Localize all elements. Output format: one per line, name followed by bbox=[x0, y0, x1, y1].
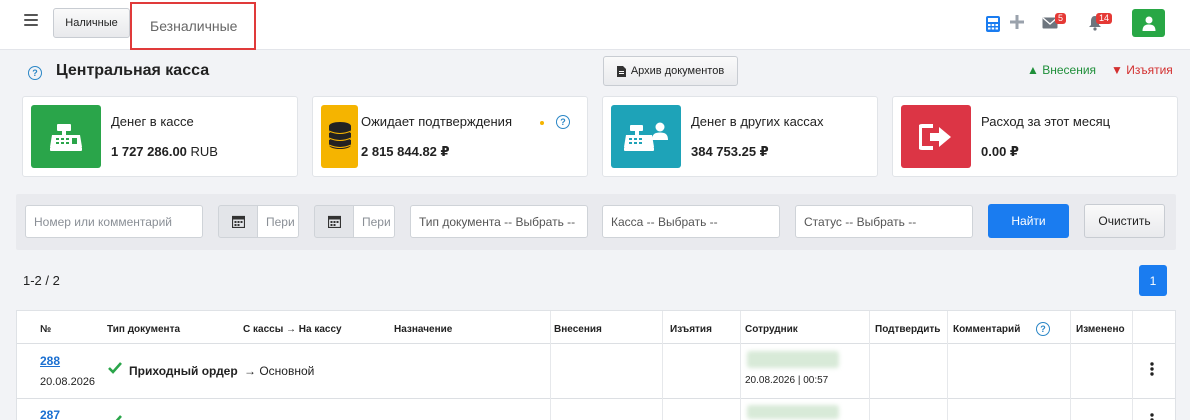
loading-dot bbox=[540, 121, 544, 125]
column-divider bbox=[662, 311, 663, 420]
legend-outcome: ▼ Изъятия bbox=[1111, 63, 1173, 77]
column-header: С кассы → На кассу bbox=[243, 324, 342, 335]
column-divider bbox=[947, 311, 948, 420]
search-input[interactable]: Номер или комментарий bbox=[25, 205, 203, 238]
page-title: Центральная касса bbox=[56, 62, 210, 79]
tab-bank[interactable]: Безналичные bbox=[130, 2, 256, 50]
cashbox-select[interactable]: Касса -- Выбрать -- bbox=[602, 205, 780, 238]
calendar-icon[interactable] bbox=[218, 205, 258, 238]
triangle-down-icon: ▼ bbox=[1111, 63, 1123, 77]
top-bar: Наличные Безналичные 5 14 bbox=[0, 0, 1190, 50]
card-pending: Ожидает подтверждения ? 2 815 844.82 ₽ bbox=[312, 96, 588, 177]
archive-button-label: Архив документов bbox=[630, 65, 725, 77]
archive-button[interactable]: Архив документов bbox=[603, 56, 738, 86]
coins-icon bbox=[321, 105, 358, 168]
column-divider bbox=[550, 311, 551, 420]
card-title: Расход за этот месяц bbox=[981, 114, 1111, 129]
sign-out-icon bbox=[901, 105, 971, 168]
card-cash-balance: Денег в кассе 1 727 286.00 RUB bbox=[22, 96, 298, 177]
column-header: Изменено bbox=[1076, 324, 1125, 335]
column-divider bbox=[869, 311, 870, 420]
plus-icon[interactable] bbox=[1009, 14, 1025, 33]
more-vertical-icon[interactable] bbox=[1150, 413, 1154, 420]
menu-icon[interactable] bbox=[24, 14, 38, 28]
card-monthly-expense: Расход за этот месяц 0.00 ₽ bbox=[892, 96, 1178, 177]
calculator-icon[interactable] bbox=[985, 15, 1001, 36]
pagination-info: 1-2 / 2 bbox=[23, 273, 60, 288]
date-from-input[interactable]: Пери bbox=[257, 205, 299, 238]
triangle-up-icon: ▲ bbox=[1027, 63, 1039, 77]
column-header: Сотрудник bbox=[745, 324, 798, 335]
employee-name-blurred bbox=[747, 405, 839, 419]
cashbox-user-icon bbox=[611, 105, 681, 168]
check-icon bbox=[108, 362, 122, 377]
column-divider bbox=[1132, 311, 1133, 420]
mail-badge: 5 bbox=[1055, 13, 1067, 24]
card-value: 2 815 844.82 ₽ bbox=[361, 144, 450, 159]
employee-name-blurred bbox=[747, 351, 839, 368]
doc-type-select[interactable]: Тип документа -- Выбрать -- bbox=[410, 205, 588, 238]
document-icon bbox=[616, 65, 626, 77]
status-select[interactable]: Статус -- Выбрать -- bbox=[795, 205, 973, 238]
check-icon bbox=[108, 415, 122, 420]
column-header: Тип документа bbox=[107, 324, 181, 335]
card-value: 0.00 ₽ bbox=[981, 144, 1019, 159]
card-other-cashboxes: Денег в других кассах 384 753.25 ₽ bbox=[602, 96, 878, 177]
document-number-link[interactable]: 288 bbox=[40, 354, 60, 368]
more-vertical-icon[interactable] bbox=[1150, 362, 1154, 379]
card-unit: RUB bbox=[190, 144, 218, 159]
cash-register-icon bbox=[31, 105, 101, 168]
legend-income: ▲ Внесения bbox=[1027, 63, 1096, 77]
tab-cash[interactable]: Наличные bbox=[53, 8, 130, 38]
column-header: Назначение bbox=[394, 324, 453, 335]
employee-timestamp: 20.08.2026 | 00:57 bbox=[745, 375, 829, 386]
document-number-link[interactable]: 287 bbox=[40, 408, 60, 420]
card-amount: 1 727 286.00 bbox=[111, 144, 187, 159]
column-divider bbox=[740, 311, 741, 420]
documents-table: № Тип документа С кассы → На кассу Назна… bbox=[16, 310, 1176, 420]
filter-panel: Номер или комментарий Пери Пери Тип доку… bbox=[16, 194, 1176, 250]
clear-button[interactable]: Очистить bbox=[1084, 204, 1165, 238]
card-value: 384 753.25 ₽ bbox=[691, 144, 769, 159]
date-to-input[interactable]: Пери bbox=[353, 205, 395, 238]
column-header: Подтвердить bbox=[875, 324, 941, 335]
comment-help-icon[interactable]: ? bbox=[1036, 322, 1050, 336]
card-title: Денег в других кассах bbox=[691, 114, 824, 129]
page-help-icon[interactable]: ? bbox=[28, 66, 42, 80]
column-header: Внесения bbox=[554, 324, 602, 335]
column-divider bbox=[1070, 311, 1071, 420]
bell-badge: 14 bbox=[1096, 13, 1113, 24]
document-route: → Основной bbox=[244, 364, 315, 378]
user-button[interactable] bbox=[1132, 9, 1165, 37]
legend-outcome-label: Изъятия bbox=[1126, 63, 1173, 77]
header-divider bbox=[17, 343, 1175, 344]
card-title: Ожидает подтверждения bbox=[361, 114, 512, 129]
legend-income-label: Внесения bbox=[1042, 63, 1097, 77]
document-date: 20.08.2026 bbox=[40, 376, 96, 388]
document-type: Приходный ордер bbox=[129, 364, 238, 378]
column-header: Комментарий bbox=[953, 324, 1021, 335]
column-header: № bbox=[40, 324, 52, 335]
row-divider bbox=[17, 398, 1175, 399]
card-title: Денег в кассе bbox=[111, 114, 194, 129]
user-icon bbox=[1142, 16, 1155, 31]
card-value: 1 727 286.00 RUB bbox=[111, 144, 218, 159]
find-button[interactable]: Найти bbox=[988, 204, 1069, 238]
page-button[interactable]: 1 bbox=[1139, 265, 1167, 296]
column-header: Изъятия bbox=[670, 324, 712, 335]
pending-help-icon[interactable]: ? bbox=[556, 115, 570, 129]
calendar-icon[interactable] bbox=[314, 205, 354, 238]
